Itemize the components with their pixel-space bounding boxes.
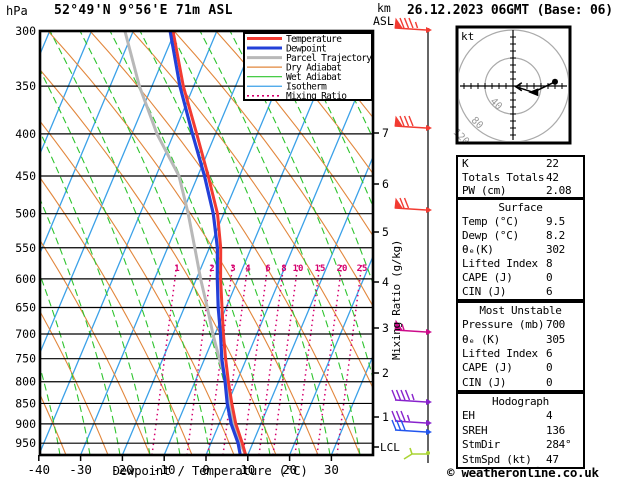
panel-row-value: 2.08 (546, 184, 572, 197)
panel-row: SREH 136 (458, 424, 583, 438)
panel-row-value: 0 (546, 375, 553, 389)
panel-row-value: 302 (546, 242, 565, 256)
panel-row-value: 8 (546, 256, 553, 270)
panel-row: StmSpd (kt) 47 (458, 453, 583, 467)
panel-row-label: CIN (J) (462, 375, 507, 389)
panel-row: θₑ (K) 305 (458, 333, 583, 347)
panel-row-value: 6 (546, 346, 553, 360)
panel-row-value: 8.2 (546, 228, 565, 242)
panel-row-value: 22 (546, 157, 559, 170)
panel-row-label: CAPE (J) (462, 361, 513, 375)
panel-row: PW (cm) 2.08 (458, 184, 583, 198)
panel-row-label: CIN (J) (462, 284, 507, 298)
panel-row-label: Pressure (mb) (462, 318, 545, 332)
panel-row: Temp (°C) 9.5 (458, 215, 583, 229)
panel-row-label: θₑ (K) (462, 332, 500, 346)
panel-row-value: 136 (546, 423, 565, 437)
panel-row-label: StmDir (462, 438, 500, 452)
panel-row: CAPE (J) 0 (458, 271, 583, 285)
panel-row-value: 700 (546, 318, 565, 332)
panel-row-label: Lifted Index (462, 346, 538, 360)
panel-row-label: Totals Totals (462, 170, 545, 184)
panel-row: Pressure (mb) 700 (458, 318, 583, 332)
panel-row-label: StmSpd (kt) (462, 452, 532, 466)
panel-row-value: 6 (546, 284, 553, 298)
panel-row: CAPE (J) 0 (458, 361, 583, 375)
panel-row: CIN (J) 6 (458, 285, 583, 299)
panel-row-label: EH (462, 409, 475, 423)
indices-panel: K 22 Totals Totals 42 PW (cm) 2.08 Surface Temp… (0, 0, 629, 486)
panel-row: K 22 (458, 157, 583, 171)
panel-row: Lifted Index 6 (458, 347, 583, 361)
panel-row: Totals Totals 42 (458, 171, 583, 185)
panel-row-label: Temp (°C) (462, 214, 519, 228)
panel-section-hodograph: Hodograph EH 4 SREH 136 StmDir 284° StmSpd (kt)… (456, 392, 585, 469)
sounding-page: hPa 52°49'N 9°56'E 71m ASL 26.12.2023 06… (0, 0, 629, 486)
panel-section-title: Hodograph (492, 394, 549, 408)
panel-section-most-unstable: Most Unstable Pressure (mb) 700 θₑ (K) 305 Li… (456, 301, 585, 392)
panel-section-surface: Surface Temp (°C) 9.5 Dewp (°C) 8.2 θₑ(K) 302 L… (456, 198, 585, 301)
panel-row: StmDir 284° (458, 438, 583, 452)
panel-section-title: Surface (498, 200, 543, 214)
panel-row-value: 47 (546, 452, 559, 466)
panel-section-title: Most Unstable (479, 303, 562, 317)
panel-row-value: 284° (546, 438, 572, 452)
panel-row: Dewp (°C) 8.2 (458, 229, 583, 243)
panel-row-label: Lifted Index (462, 256, 538, 270)
panel-row-value: 4 (546, 409, 553, 423)
panel-row-label: PW (cm) (462, 184, 507, 197)
panel-row-label: K (462, 157, 469, 170)
panel-row-value: 0 (546, 270, 553, 284)
copyright: © weatheronline.co.uk (447, 465, 599, 480)
panel-row: θₑ(K) 302 (458, 243, 583, 257)
panel-row-value: 9.5 (546, 214, 565, 228)
panel-row: CIN (J) 0 (458, 376, 583, 390)
panel-row: EH 4 (458, 409, 583, 423)
panel-row: Lifted Index 8 (458, 257, 583, 271)
panel-row-label: Dewp (°C) (462, 228, 519, 242)
panel-row-label: θₑ(K) (462, 242, 494, 256)
panel-row-label: CAPE (J) (462, 270, 513, 284)
panel-row-value: 0 (546, 361, 553, 375)
panel-row-value: 42 (546, 170, 559, 184)
panel-row-label: SREH (462, 423, 488, 437)
panel-row-value: 305 (546, 332, 565, 346)
panel-section-indices: K 22 Totals Totals 42 PW (cm) 2.08 (456, 155, 585, 199)
